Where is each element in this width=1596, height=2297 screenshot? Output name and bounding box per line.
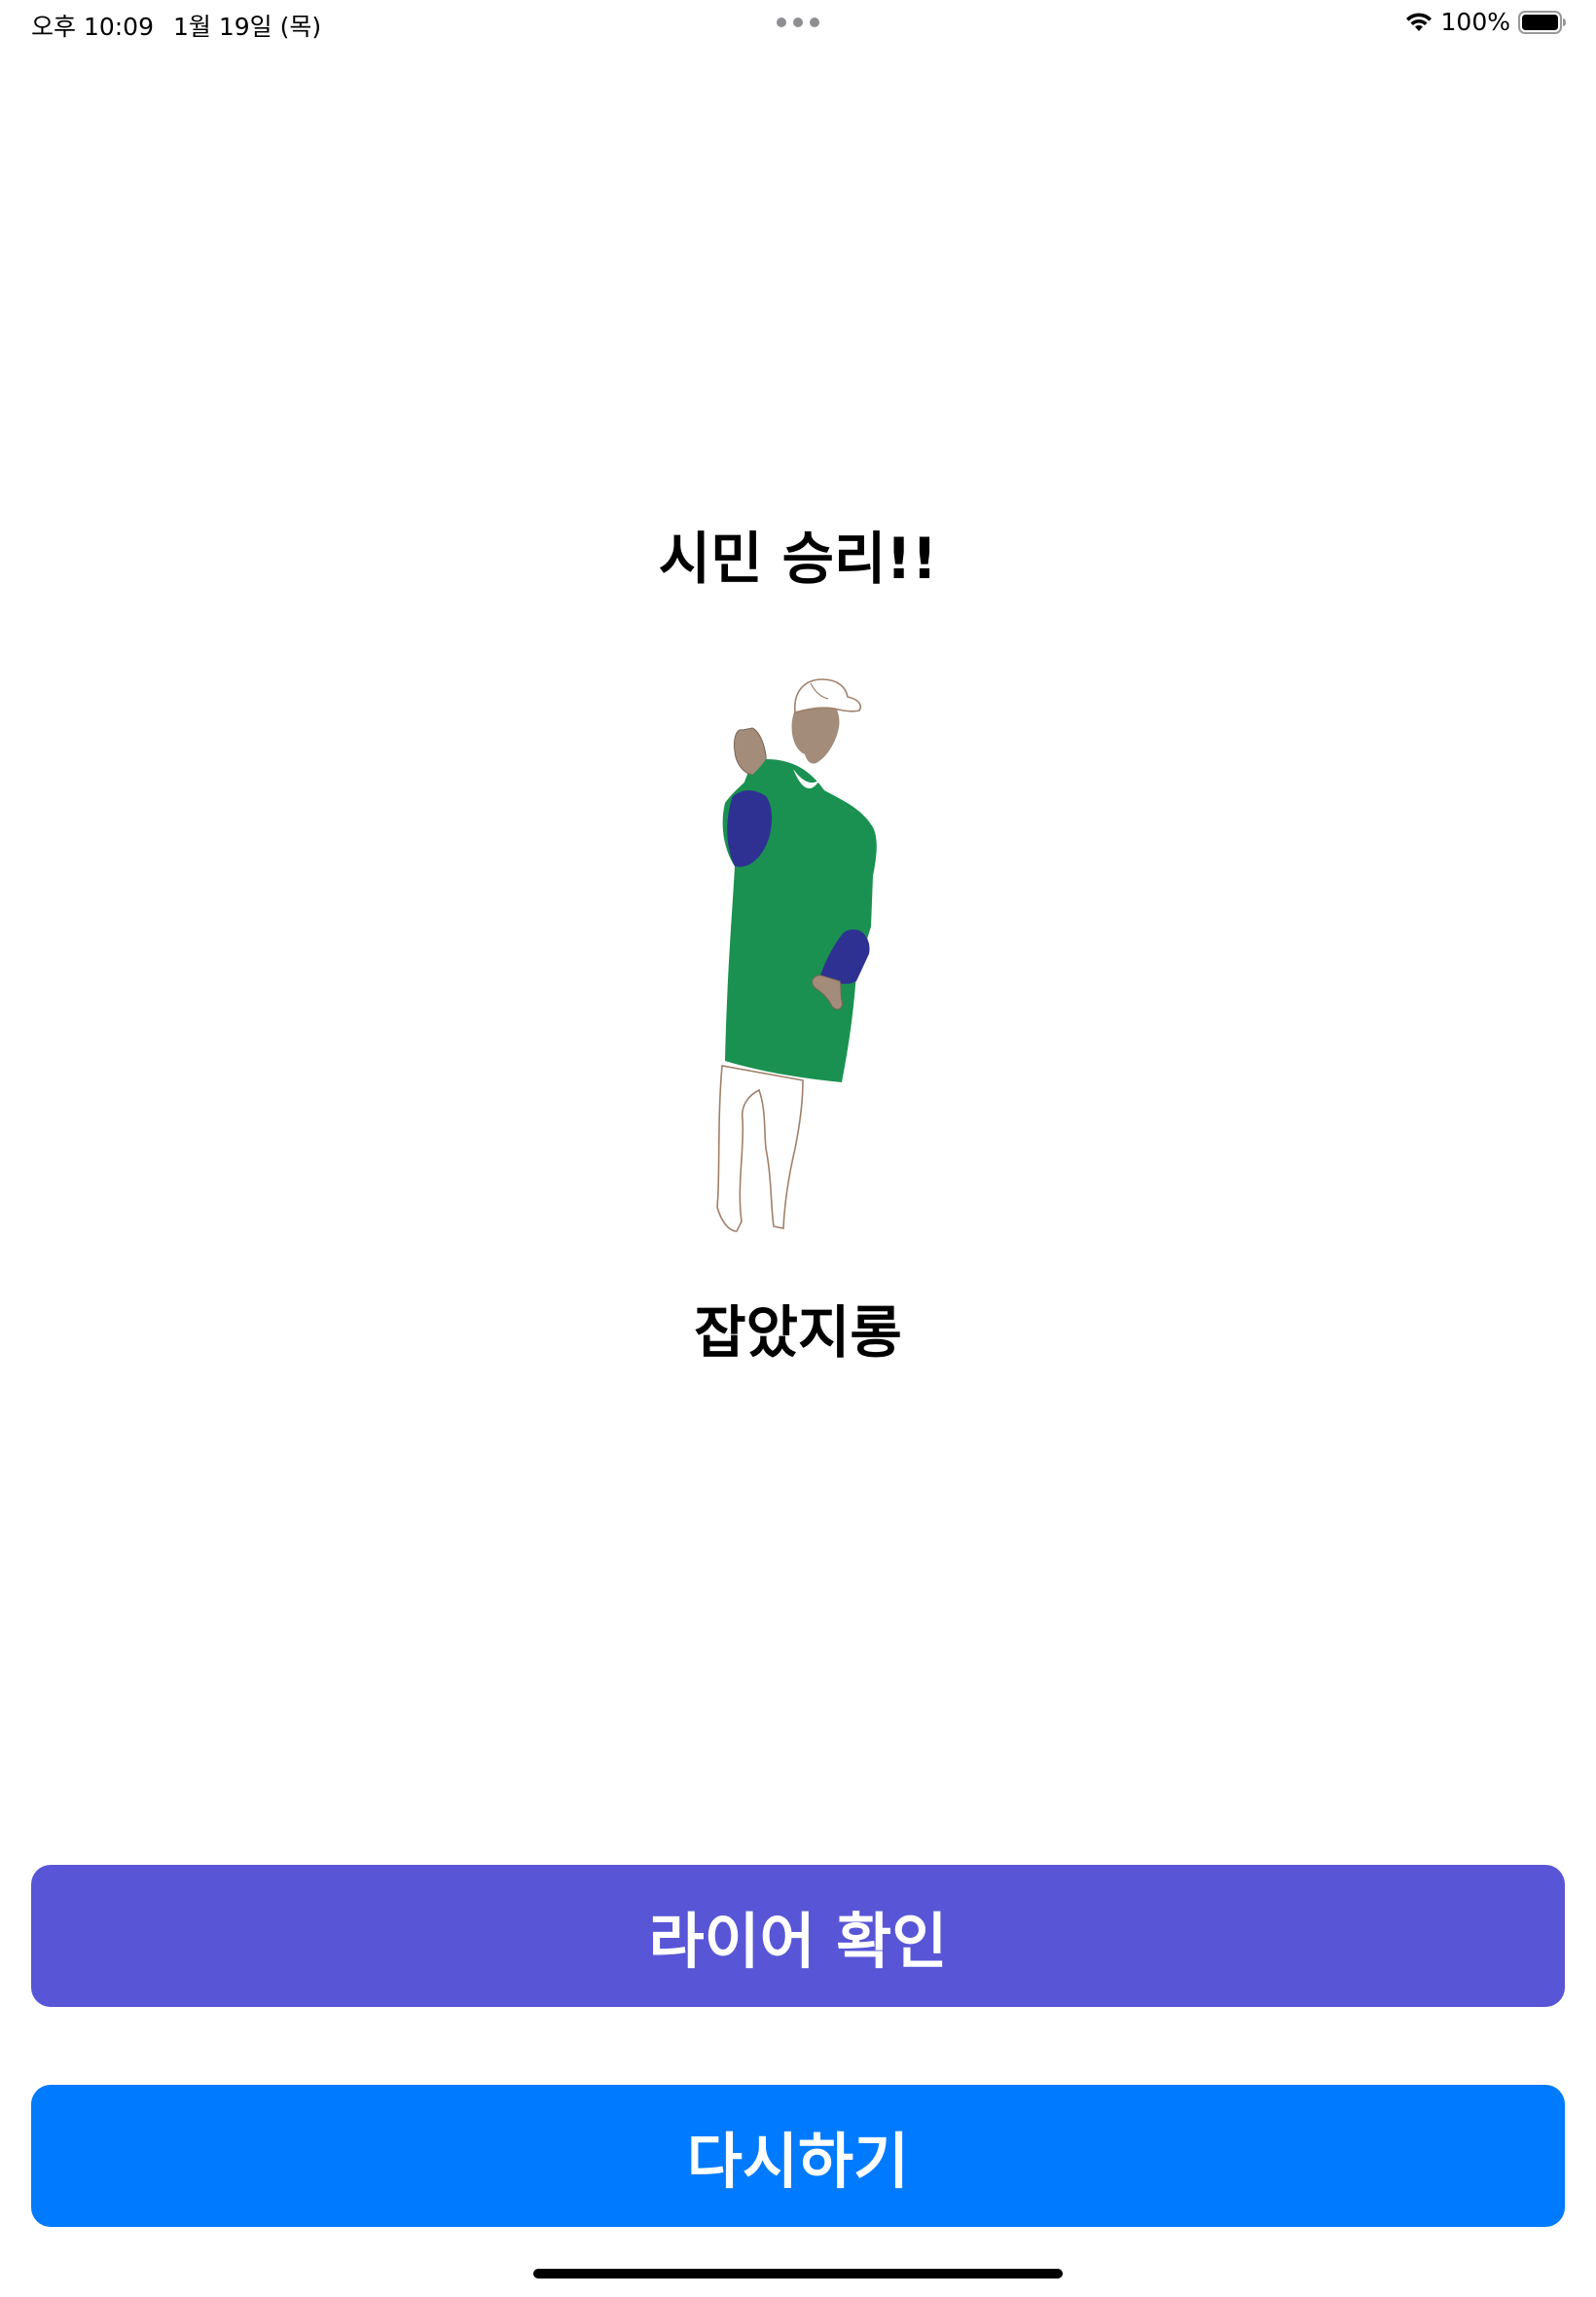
liar-check-button[interactable]: 라이어 확인 [31,1865,1565,2007]
wifi-icon [1405,12,1432,31]
home-indicator[interactable] [533,2269,1063,2279]
retry-button[interactable]: 다시하기 [31,2085,1565,2227]
status-bar: 오후 10:09 1월 19일 (목) 100% [0,0,1596,47]
status-time: 오후 10:09 [31,13,154,41]
multitasking-dots-icon[interactable] [777,18,819,27]
result-screen: 오후 10:09 1월 19일 (목) 100% 시민 승리!! 잡았지롱 라이… [0,0,1596,2297]
battery-percent: 100% [1440,8,1510,36]
result-subtitle: 잡았지롱 [694,1299,902,1366]
battery-icon [1518,10,1566,34]
status-indicators: 100% [1404,8,1567,36]
status-date: 1월 19일 (목) [173,13,322,41]
dancing-person-illustration [696,662,920,1236]
result-title: 시민 승리!! [658,526,938,592]
status-datetime: 오후 10:09 1월 19일 (목) [31,8,321,43]
